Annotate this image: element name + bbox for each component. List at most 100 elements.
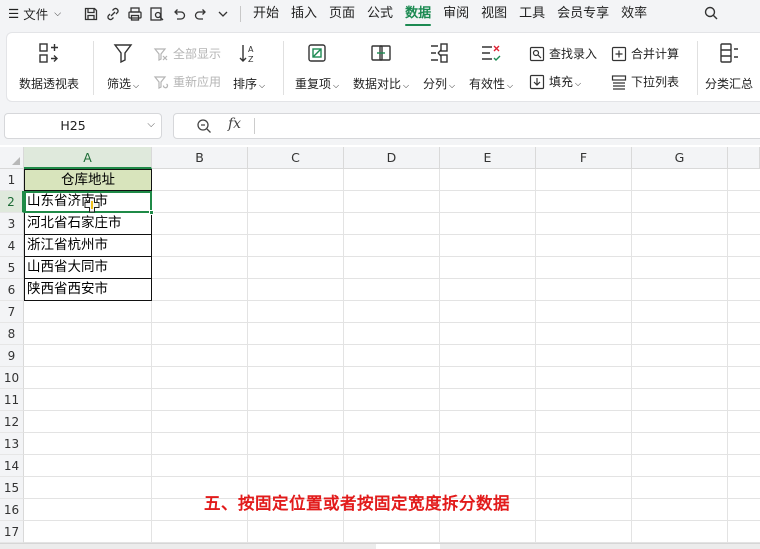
fx-label[interactable]: fx xyxy=(228,116,241,132)
row-header-11[interactable]: 11 xyxy=(0,389,24,411)
fill-button[interactable]: 填充 ⌵ xyxy=(529,73,581,90)
ribbon-panel: 数据透视表 筛选 ⌵ 全部显示 重新应用 AZ 排序 ⌵ 重复项 ⌵ 数据对比 ⌵ xyxy=(6,32,760,102)
row-header-1[interactable]: 1 xyxy=(0,169,24,191)
cell-a4[interactable]: 浙江省杭州市 xyxy=(24,234,152,257)
chevron-down-icon: ⌵ xyxy=(133,81,140,90)
row-header-3[interactable]: 3 xyxy=(0,213,24,235)
tab-data[interactable]: 数据 xyxy=(399,0,437,27)
row-header-10[interactable]: 10 xyxy=(0,367,24,389)
name-box-value: H25 xyxy=(60,118,86,133)
row-header-16[interactable]: 16 xyxy=(0,499,24,521)
formula-input[interactable]: fx xyxy=(173,113,760,139)
fill-label: 填充 xyxy=(549,75,574,89)
gridline-col xyxy=(535,169,536,543)
split-columns-icon xyxy=(431,43,448,63)
more-commands-chevron-icon[interactable] xyxy=(212,3,234,25)
tab-view[interactable]: 视图 xyxy=(475,0,513,27)
redo-icon[interactable] xyxy=(190,3,212,25)
row-header-7[interactable]: 7 xyxy=(0,301,24,323)
gridline-row xyxy=(24,476,760,477)
duplicates-button[interactable]: 重复项 ⌵ xyxy=(295,41,339,92)
show-all-label: 全部显示 xyxy=(173,47,222,61)
cell-a5[interactable]: 山西省大同市 xyxy=(24,256,152,279)
filter-label: 筛选 xyxy=(107,77,132,91)
select-all-corner[interactable] xyxy=(0,147,24,169)
validity-button[interactable]: 有效性 ⌵ xyxy=(469,41,513,92)
chevron-down-icon: ⌵ xyxy=(54,8,62,19)
column-header-b[interactable]: B xyxy=(152,147,248,169)
gridline-row xyxy=(24,410,760,411)
cell-a6[interactable]: 陕西省西安市 xyxy=(24,278,152,301)
tab-formula[interactable]: 公式 xyxy=(361,0,399,27)
print-preview-icon[interactable] xyxy=(146,3,168,25)
search-icon[interactable] xyxy=(700,2,722,24)
gridline-col xyxy=(631,169,632,543)
column-header-f[interactable]: F xyxy=(536,147,632,169)
consolidate-label: 合并计算 xyxy=(631,47,680,61)
tab-insert[interactable]: 插入 xyxy=(285,0,323,27)
find-entry-button[interactable]: 查找录入 xyxy=(529,45,597,62)
consolidate-button[interactable]: 合并计算 xyxy=(611,45,679,62)
tab-efficiency[interactable]: 效率 xyxy=(615,0,653,27)
gridline-col xyxy=(727,169,728,543)
row-header-6[interactable]: 6 xyxy=(0,279,24,301)
cell-a3[interactable]: 河北省石家庄市 xyxy=(24,212,152,235)
dropdown-list-label: 下拉列表 xyxy=(631,75,680,89)
fill-handle[interactable] xyxy=(149,210,154,215)
row-header-14[interactable]: 14 xyxy=(0,455,24,477)
row-header-5[interactable]: 5 xyxy=(0,257,24,279)
tab-review[interactable]: 审阅 xyxy=(437,0,475,27)
column-header-a[interactable]: A xyxy=(24,147,152,169)
filter-button[interactable]: 筛选 ⌵ xyxy=(107,41,139,92)
data-compare-button[interactable]: 数据对比 ⌵ xyxy=(353,41,409,92)
file-menu[interactable]: ☰ 文件 ⌵ xyxy=(0,4,80,23)
spreadsheet-grid[interactable]: ABCDEFG 1 2 3 4 5 6 7 8 9 10 11 12 13 14 15 16 17 仓库地址 山东… xyxy=(0,147,760,543)
chevron-down-icon[interactable]: ⌵ xyxy=(147,119,155,130)
find-entry-icon xyxy=(529,46,545,61)
tab-home[interactable]: 开始 xyxy=(247,0,285,27)
row-header-13[interactable]: 13 xyxy=(0,433,24,455)
tab-tools[interactable]: 工具 xyxy=(513,0,551,27)
column-header-g[interactable]: G xyxy=(632,147,728,169)
reapply-label: 重新应用 xyxy=(173,75,222,89)
name-box[interactable]: H25 ⌵ xyxy=(4,113,162,139)
subtotal-button[interactable]: 分类汇总 xyxy=(705,41,753,92)
gridline-col xyxy=(247,169,248,543)
duplicates-label: 重复项 xyxy=(295,77,332,91)
tab-member[interactable]: 会员专享 xyxy=(551,0,615,27)
zoom-icon[interactable] xyxy=(196,118,212,134)
gridline-row xyxy=(24,388,760,389)
row-header-12[interactable]: 12 xyxy=(0,411,24,433)
formula-bar: H25 ⌵ fx xyxy=(0,107,760,145)
ribbon-separator xyxy=(697,41,698,95)
undo-icon[interactable] xyxy=(168,3,190,25)
split-columns-label: 分列 xyxy=(423,77,448,91)
row-header-9[interactable]: 9 xyxy=(0,345,24,367)
ribbon-separator xyxy=(283,41,284,95)
save-icon[interactable] xyxy=(80,3,102,25)
filter-icon xyxy=(113,44,133,64)
cell-a1[interactable]: 仓库地址 xyxy=(24,169,152,191)
pivot-table-button[interactable]: 数据透视表 xyxy=(19,41,79,92)
row-header-4[interactable]: 4 xyxy=(0,235,24,257)
chevron-down-icon: ⌵ xyxy=(449,81,456,90)
row-header-2[interactable]: 2 xyxy=(0,191,24,213)
column-header-c[interactable]: C xyxy=(248,147,344,169)
cloud-link-icon[interactable] xyxy=(102,3,124,25)
sort-button[interactable]: AZ 排序 ⌵ xyxy=(233,41,265,92)
row-header-8[interactable]: 8 xyxy=(0,323,24,345)
print-icon[interactable] xyxy=(124,3,146,25)
gridline-row xyxy=(24,520,760,521)
split-columns-button[interactable]: 分列 ⌵ xyxy=(423,41,455,92)
reapply-button[interactable]: 重新应用 xyxy=(153,73,221,90)
dropdown-list-button[interactable]: 下拉列表 xyxy=(611,73,679,90)
reapply-filter-icon xyxy=(153,75,169,89)
show-all-button[interactable]: 全部显示 xyxy=(153,45,221,62)
column-header-e[interactable]: E xyxy=(440,147,536,169)
row-header-17[interactable]: 17 xyxy=(0,521,24,543)
chevron-down-icon: ⌵ xyxy=(507,81,514,90)
tab-page[interactable]: 页面 xyxy=(323,0,361,27)
column-header-d[interactable]: D xyxy=(344,147,440,169)
row-header-15[interactable]: 15 xyxy=(0,477,24,499)
sheet-tab[interactable] xyxy=(376,544,440,549)
